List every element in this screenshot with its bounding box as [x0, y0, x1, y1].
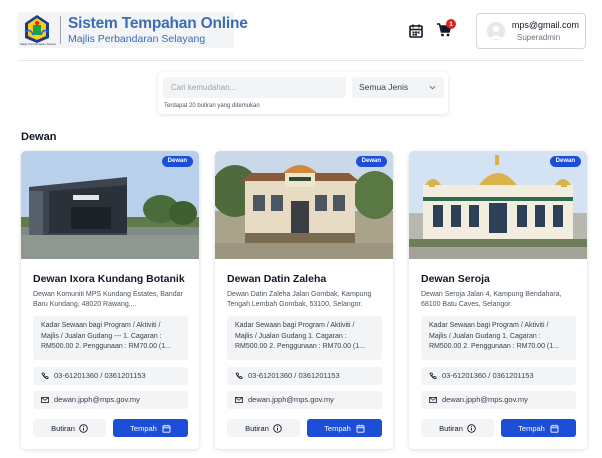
app-header: Majlis Perbandaran Selayang Sistem Tempa… [0, 0, 602, 60]
calendar-icon[interactable] [408, 23, 424, 39]
info-icon [79, 423, 88, 433]
app-title: Sistem Tempahan Online [68, 15, 248, 32]
phone-icon [235, 372, 243, 379]
facility-photo: Dewan [21, 151, 199, 259]
facility-phone: 03-61201360 / 0361201153 [442, 371, 534, 380]
logo-divider [60, 16, 61, 44]
facility-description-box: Kadar Sewaan bagi Program / Aktiviti / M… [33, 316, 188, 360]
facility-address: Dewan Seroja Jalan 4, Kampung Bendahara,… [421, 291, 562, 308]
header-divider [18, 60, 584, 61]
search-panel: Semua Jenis Terdapat 20 butiran yang dit… [158, 72, 448, 114]
section-title: Dewan [21, 131, 57, 143]
facility-description: Kadar Sewaan bagi Program / Aktiviti / M… [235, 322, 365, 350]
facility-phone: 03-61201360 / 0361201153 [248, 371, 340, 380]
facility-card: Dewan Dewan Ixora Kundang Botanik Dewan … [21, 151, 199, 449]
facility-photo: Dewan [409, 151, 587, 259]
facility-email: dewan.jpph@mps.gov.my [248, 395, 334, 404]
book-button-label: Tempah [130, 423, 157, 433]
cart-count-badge: 1 [446, 19, 456, 29]
book-button-label: Tempah [324, 423, 351, 433]
details-button[interactable]: Butiran [227, 419, 300, 437]
app-logo[interactable]: Majlis Perbandaran Selayang Sistem Tempa… [18, 12, 248, 48]
search-input[interactable] [163, 77, 346, 98]
facility-email: dewan.jpph@mps.gov.my [54, 395, 140, 404]
phone-icon [41, 372, 49, 379]
mail-icon [429, 397, 437, 403]
info-icon [467, 423, 476, 433]
council-emblem-icon [24, 15, 50, 43]
book-button-label: Tempah [518, 423, 545, 433]
facility-title: Dewan Ixora Kundang Botanik [33, 273, 185, 285]
facility-description-box: Kadar Sewaan bagi Program / Aktiviti / M… [421, 316, 576, 360]
user-avatar-icon [489, 25, 503, 39]
user-role: Superadmin [517, 33, 561, 42]
book-button[interactable]: Tempah [501, 419, 576, 437]
book-button[interactable]: Tempah [307, 419, 382, 437]
calendar-icon [356, 424, 365, 433]
user-profile-card[interactable]: mps@gmail.com Superadmin [476, 13, 586, 49]
facility-card: Dewan Dewan Datin Zaleha Dewan Datin Zal… [215, 151, 393, 449]
book-button[interactable]: Tempah [113, 419, 188, 437]
facility-title: Dewan Seroja [421, 273, 490, 285]
app-subtitle: Majlis Perbandaran Selayang [68, 33, 206, 45]
facility-phone-row: 03-61201360 / 0361201153 [421, 367, 576, 385]
avatar [487, 22, 505, 40]
facility-email-row: dewan.jpph@mps.gov.my [33, 391, 188, 409]
facility-card: Dewan Dewan Seroja Dewan Seroja Jalan 4,… [409, 151, 587, 449]
details-button-label: Butiran [245, 423, 269, 433]
facility-address: Dewan Datin Zaleha Jalan Gombak, Kampung… [227, 291, 372, 308]
facility-email-row: dewan.jpph@mps.gov.my [421, 391, 576, 409]
facility-phone: 03-61201360 / 0361201153 [54, 371, 146, 380]
facility-type-select[interactable]: Semua Jenis [352, 77, 444, 98]
facility-description: Kadar Sewaan bagi Program / Aktiviti / M… [41, 322, 171, 350]
chevron-down-icon [429, 85, 436, 90]
category-badge: Dewan [549, 156, 581, 167]
category-badge: Dewan [161, 156, 193, 167]
category-badge: Dewan [355, 156, 387, 167]
details-button-label: Butiran [439, 423, 463, 433]
facility-address: Dewan Komuniti MPS Kundang Estates, Band… [33, 291, 183, 308]
facility-title: Dewan Datin Zaleha [227, 273, 327, 285]
info-icon [273, 423, 282, 433]
facility-description-box: Kadar Sewaan bagi Program / Aktiviti / M… [227, 316, 382, 360]
logo-caption: Majlis Perbandaran Selayang [20, 42, 56, 46]
user-email: mps@gmail.com [511, 20, 579, 30]
details-button-label: Butiran [51, 423, 75, 433]
calendar-icon [550, 424, 559, 433]
details-button[interactable]: Butiran [421, 419, 494, 437]
details-button[interactable]: Butiran [33, 419, 106, 437]
phone-icon [429, 372, 437, 379]
mail-icon [41, 397, 49, 403]
facility-phone-row: 03-61201360 / 0361201153 [227, 367, 382, 385]
facility-email-row: dewan.jpph@mps.gov.my [227, 391, 382, 409]
mail-icon [235, 397, 243, 403]
facility-type-value: Semua Jenis [359, 82, 409, 92]
facility-photo: Dewan [215, 151, 393, 259]
facility-email: dewan.jpph@mps.gov.my [442, 395, 528, 404]
calendar-icon [162, 424, 171, 433]
search-result-count: Terdapat 20 butiran yang ditemukan [164, 103, 260, 109]
facility-description: Kadar Sewaan bagi Program / Aktiviti / M… [429, 322, 559, 350]
facility-phone-row: 03-61201360 / 0361201153 [33, 367, 188, 385]
